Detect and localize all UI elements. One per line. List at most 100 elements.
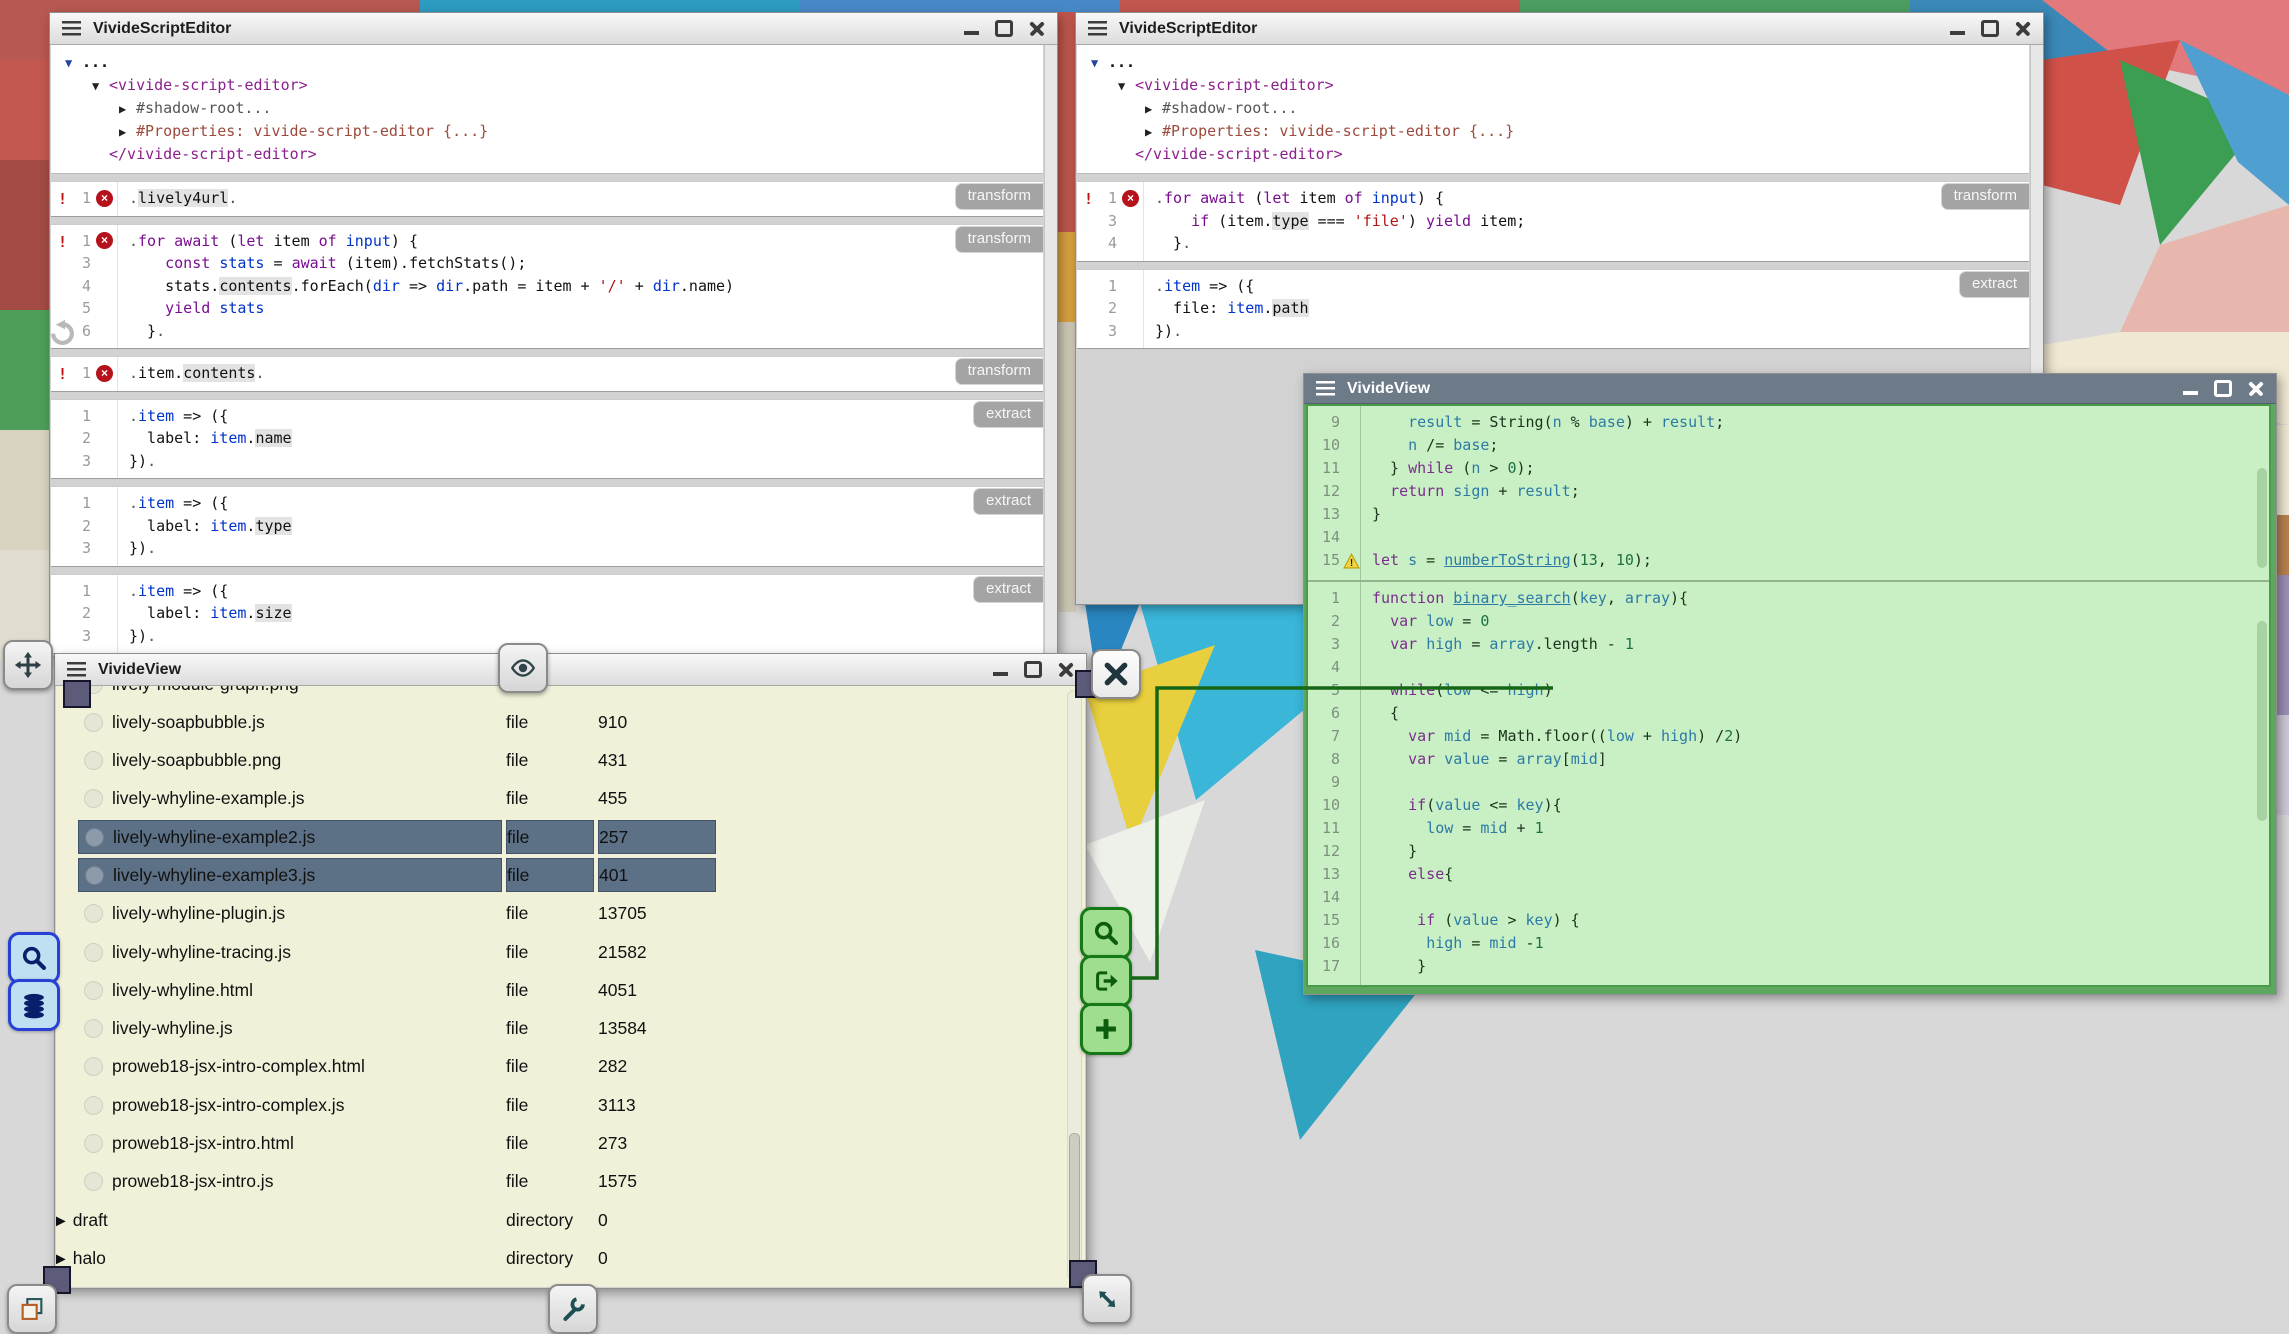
menu-icon[interactable] (62, 21, 81, 36)
script-editor-body[interactable]: ▼...▼<vivide-script-editor>▶#shadow-root… (51, 45, 1056, 655)
code-view-body[interactable]: 9 result = String(n % base) + result;10 … (1306, 404, 2271, 987)
scrollbar-thumb[interactable] (2257, 468, 2267, 568)
collapse-icon[interactable]: ▼ (65, 52, 82, 74)
maximize-icon[interactable] (995, 20, 1013, 37)
file-row[interactable]: lively-module-graph.pngfile (56, 686, 1085, 703)
file-row[interactable]: lively-whyline-tracing.jsfile21582 (56, 933, 1085, 971)
wrench-button[interactable] (548, 1284, 598, 1334)
menu-icon[interactable] (1316, 381, 1335, 396)
script-step[interactable]: 1.item => ({2 label: item.name3}).extrac… (51, 399, 1043, 480)
file-row[interactable]: lively-whyline-example2.jsfile257 (56, 818, 1085, 856)
file-type-cell: file (506, 744, 594, 778)
file-row[interactable]: proweb18-jsx-intro.jsfile1575 (56, 1163, 1085, 1201)
expand-icon[interactable]: ▶ (56, 1250, 66, 1267)
file-row[interactable]: ▶draftdirectory0 (56, 1201, 1085, 1239)
titlebar[interactable]: VivideView (1304, 374, 2276, 404)
file-row[interactable]: lively-whyline-example.jsfile455 (56, 780, 1085, 818)
close-icon[interactable] (1029, 21, 1045, 37)
script-step[interactable]: !1×.lively4url.transform (51, 181, 1043, 217)
expand-icon[interactable]: ▶ (1145, 98, 1162, 120)
file-row[interactable]: lively-whyline-plugin.jsfile13705 (56, 895, 1085, 933)
window-vivide-view-files[interactable]: VivideView lively-module-graph.pngfileli… (54, 653, 1087, 1289)
scrollbar-thumb[interactable] (1069, 1133, 1080, 1265)
collapse-icon[interactable]: ▼ (1091, 52, 1108, 74)
resize-grip[interactable] (63, 680, 91, 708)
minimize-icon[interactable] (993, 672, 1008, 676)
file-row[interactable]: ▶halodirectory0 (56, 1239, 1085, 1277)
resize-button[interactable] (1082, 1274, 1132, 1324)
dom-tree-line[interactable]: ▼<vivide-script-editor> (51, 74, 1043, 97)
minimize-icon[interactable] (1950, 31, 1965, 35)
file-row[interactable]: proweb18-jsx-intro-complex.htmlfile282 (56, 1048, 1085, 1086)
dom-tree-line[interactable]: </vivide-script-editor> (1077, 143, 2029, 165)
close-icon[interactable] (2248, 381, 2264, 397)
close-halo-button[interactable] (1091, 649, 1141, 699)
dom-tree-line[interactable]: ▶#shadow-root... (51, 97, 1043, 120)
titlebar[interactable]: VivideView (55, 654, 1086, 686)
file-row[interactable]: proweb18-jsx-intro.htmlfile273 (56, 1125, 1085, 1163)
code-token: % (1562, 413, 1589, 431)
database-button[interactable] (8, 979, 60, 1031)
minimize-icon[interactable] (964, 31, 979, 35)
move-button[interactable] (3, 640, 53, 690)
menu-icon[interactable] (1088, 21, 1107, 36)
window-vivide-view-code[interactable]: VivideView 9 result = String(n % base) +… (1303, 373, 2277, 995)
error-badge-icon: × (96, 365, 113, 382)
dom-tree-line[interactable]: ▼... (51, 51, 1043, 74)
file-row[interactable]: lively-soapbubble.jsfile910 (56, 703, 1085, 741)
dom-tree-line[interactable]: ▼<vivide-script-editor> (1077, 74, 2029, 97)
expand-icon[interactable]: ▶ (119, 121, 136, 143)
dom-tree-line[interactable]: ▶#Properties: vivide-script-editor {...} (1077, 120, 2029, 143)
script-step[interactable]: 1.item => ({2 file: item.path3}).extract (1077, 269, 2029, 350)
window-vivide-script-editor-left[interactable]: VivideScriptEditor ▼...▼<vivide-script-e… (49, 12, 1058, 657)
dom-tree-line[interactable]: </vivide-script-editor> (51, 143, 1043, 165)
script-step[interactable]: 1.item => ({2 label: item.size3}).extrac… (51, 574, 1043, 655)
collapse-icon[interactable]: ▼ (92, 75, 109, 97)
dom-tree[interactable]: ▼...▼<vivide-script-editor>▶#shadow-root… (1077, 45, 2029, 174)
expand-icon[interactable]: ▶ (56, 1212, 66, 1229)
code-token: => ({ (174, 582, 228, 600)
code-section[interactable]: 9 result = String(n % base) + result;10 … (1308, 406, 2269, 582)
file-size: 455 (598, 788, 627, 809)
eye-icon (509, 654, 537, 682)
scrollbar[interactable] (1044, 45, 1057, 656)
titlebar[interactable]: VivideScriptEditor (50, 13, 1057, 45)
dom-tree-line[interactable]: ▼... (1077, 51, 2029, 74)
copy-button[interactable] (7, 1284, 57, 1334)
titlebar[interactable]: VivideScriptEditor (1076, 13, 2043, 45)
code-token: var (1390, 612, 1417, 630)
script-step[interactable]: !1×.for await (let item of input) {3 if … (1077, 181, 2029, 262)
search-button[interactable] (8, 932, 60, 984)
file-row[interactable]: lively-whyline.htmlfile4051 (56, 971, 1085, 1009)
eye-button[interactable] (498, 643, 548, 693)
maximize-icon[interactable] (2214, 380, 2232, 397)
script-step[interactable]: !1×.item.contents.transform (51, 356, 1043, 392)
file-row[interactable]: lively-whyline-example3.jsfile401 (56, 856, 1085, 894)
menu-icon[interactable] (67, 662, 86, 677)
loopback-icon[interactable] (51, 319, 75, 347)
close-icon[interactable] (2015, 21, 2031, 37)
scrollbar-thumb[interactable] (2257, 621, 2267, 821)
expand-icon[interactable]: ▶ (119, 98, 136, 120)
file-size-cell: 221 (598, 1280, 716, 1287)
script-step[interactable]: 1.item => ({2 label: item.type3}).extrac… (51, 486, 1043, 567)
add-button[interactable] (1080, 1003, 1132, 1055)
file-row[interactable]: lively-whyline.jsfile13584 (56, 1010, 1085, 1048)
code-section[interactable]: 1function binary_search(key, array){2 va… (1308, 582, 2269, 987)
file-row[interactable]: lively-soapbubble.pngfile431 (56, 742, 1085, 780)
maximize-icon[interactable] (1981, 20, 1999, 37)
expand-icon[interactable]: ▶ (1145, 121, 1162, 143)
close-icon[interactable] (1058, 662, 1074, 678)
gutter: 3 (1077, 320, 1143, 343)
dom-tree-line[interactable]: ▶#Properties: vivide-script-editor {...} (51, 120, 1043, 143)
dom-tree[interactable]: ▼...▼<vivide-script-editor>▶#shadow-root… (51, 45, 1043, 174)
maximize-icon[interactable] (1024, 661, 1042, 678)
search-button-green[interactable] (1080, 907, 1132, 959)
script-step[interactable]: !1×.for await (let item of input) {3 con… (51, 224, 1043, 350)
minimize-icon[interactable] (2183, 391, 2198, 395)
file-row[interactable]: proweb18-jsx-intro-complex.jsfile3113 (56, 1086, 1085, 1124)
dom-tree-line[interactable]: ▶#shadow-root... (1077, 97, 2029, 120)
export-button[interactable] (1080, 955, 1132, 1007)
collapse-icon[interactable]: ▼ (1118, 75, 1135, 97)
file-list[interactable]: lively-module-graph.pngfilelively-soapbu… (56, 686, 1085, 1287)
